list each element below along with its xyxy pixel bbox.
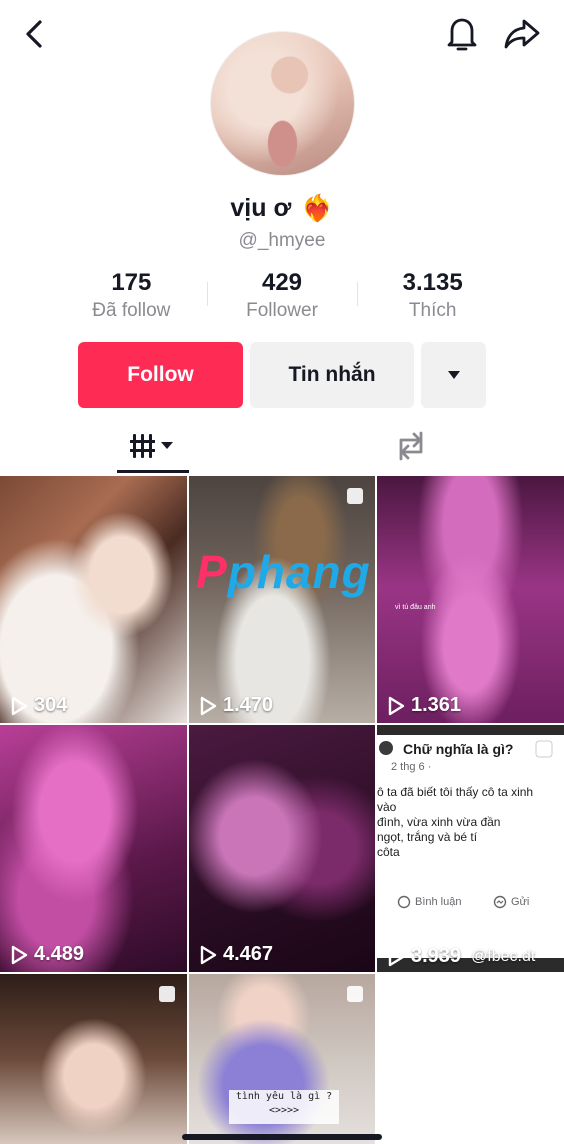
stat-followers[interactable]: 429 Follower xyxy=(206,268,358,328)
view-count: 1.361 xyxy=(387,694,461,717)
card-line: côta xyxy=(377,845,400,859)
card-meta: 2 thg 6 · xyxy=(391,761,432,773)
view-count-value: 1.361 xyxy=(411,694,462,716)
view-count-value: 4.467 xyxy=(223,943,274,965)
video-overlay-text: vì tú đâu anh xyxy=(395,604,436,611)
card-send: Gửi xyxy=(493,895,529,909)
caret-down-icon xyxy=(447,371,460,379)
stat-followers-label: Follower xyxy=(246,300,318,321)
view-count: 1.470 xyxy=(199,694,273,717)
card-line: ngọt, trắng và bé tí xyxy=(377,830,478,844)
post-screenshot-card: Chữ nghĩa là gì? 2 thg 6 · ô ta đã biết … xyxy=(377,735,564,958)
view-count-value: 4.489 xyxy=(34,943,85,965)
watermark-rest: phang xyxy=(227,546,371,598)
play-icon xyxy=(388,696,405,715)
repost-icon xyxy=(399,431,423,461)
card-comment-label: Bình luận xyxy=(415,896,462,908)
multi-photo-icon xyxy=(347,986,363,1002)
more-options-button[interactable] xyxy=(421,342,486,408)
bell-icon xyxy=(447,18,477,51)
play-icon xyxy=(11,945,28,964)
display-name-emoji: ❤️‍🔥 xyxy=(301,192,334,223)
follow-button[interactable]: Follow xyxy=(78,342,243,408)
stat-following[interactable]: 175 Đã follow xyxy=(56,268,207,328)
card-avatar xyxy=(379,741,393,755)
play-icon xyxy=(11,696,28,715)
video-tile[interactable] xyxy=(0,974,187,1144)
active-tab-indicator xyxy=(117,470,189,473)
tab-videos[interactable] xyxy=(117,420,189,472)
tile-watermark: @fbec.dt xyxy=(471,947,536,965)
comment-icon xyxy=(397,895,411,909)
stat-following-value: 175 xyxy=(111,269,152,296)
profile-stats: 175 Đã follow 429 Follower 3.135 Thích xyxy=(56,268,508,328)
view-count-value: 3.939 xyxy=(411,945,462,967)
username-handle: @_hmyee xyxy=(238,230,326,251)
play-icon xyxy=(200,945,217,964)
display-name: vịu ơ xyxy=(230,193,292,222)
profile-avatar[interactable] xyxy=(210,31,355,176)
video-caption-text: tình yêu là gì ? xyxy=(235,1091,333,1102)
stat-likes-value: 3.135 xyxy=(402,269,463,296)
video-tile[interactable]: 4.467 xyxy=(189,725,375,972)
card-title: Chữ nghĩa là gì? xyxy=(403,741,514,757)
multi-photo-icon xyxy=(347,488,363,504)
card-line: đình, vừa xinh vừa đần xyxy=(377,815,501,829)
home-indicator[interactable] xyxy=(182,1134,382,1140)
share-button[interactable] xyxy=(498,12,546,56)
video-tile[interactable]: 4.489 xyxy=(0,725,187,972)
messenger-icon xyxy=(493,895,507,909)
share-icon xyxy=(504,19,540,49)
view-count: 4.489 xyxy=(10,943,84,966)
multi-photo-icon xyxy=(535,740,553,758)
card-body: ô ta đã biết tôi thấy cô ta xinh vào đìn… xyxy=(377,785,564,860)
play-icon xyxy=(388,947,405,966)
tab-reposts[interactable] xyxy=(388,424,434,468)
video-tile[interactable]: Chữ nghĩa là gì? 2 thg 6 · ô ta đã biết … xyxy=(377,725,564,972)
site-watermark: Pphang xyxy=(196,545,371,599)
play-icon xyxy=(200,696,217,715)
video-tile[interactable]: 1.470 xyxy=(189,476,375,723)
view-count-value: 304 xyxy=(34,694,68,716)
message-button[interactable]: Tin nhắn xyxy=(250,342,414,408)
back-button[interactable] xyxy=(14,14,54,54)
video-caption-sub: <>>>> xyxy=(268,1105,300,1116)
view-count: 4.467 xyxy=(199,943,273,966)
video-grid-icon xyxy=(130,434,173,458)
back-arrow-icon xyxy=(26,20,42,48)
video-tile[interactable]: 304 xyxy=(0,476,187,723)
content-tabs xyxy=(0,420,564,476)
stat-followers-value: 429 xyxy=(261,269,303,296)
card-comment: Bình luận xyxy=(397,895,461,909)
video-tile[interactable]: vì tú đâu anh 1.361 xyxy=(377,476,564,723)
view-count: 304 xyxy=(10,694,67,717)
card-actions: Bình luận Gửi xyxy=(377,895,564,917)
view-count: 3.939 @fbec.dt xyxy=(387,945,535,968)
card-send-label: Gửi xyxy=(511,896,530,908)
multi-photo-icon xyxy=(159,986,175,1002)
stat-following-label: Đã follow xyxy=(92,300,171,321)
stat-likes-label: Thích xyxy=(408,300,457,321)
card-line: vào xyxy=(377,800,397,814)
video-tile[interactable]: tình yêu là gì ? <>>>> xyxy=(189,974,375,1144)
display-name-row: vịu ơ ❤️‍🔥 xyxy=(0,190,564,226)
watermark-initial: P xyxy=(196,546,228,598)
stat-likes[interactable]: 3.135 Thích xyxy=(357,268,508,328)
video-caption: tình yêu là gì ? <>>>> xyxy=(229,1090,339,1124)
notification-bell-button[interactable] xyxy=(440,12,484,56)
card-line: ô ta đã biết tôi thấy cô ta xinh xyxy=(377,785,534,799)
view-count-value: 1.470 xyxy=(223,694,274,716)
